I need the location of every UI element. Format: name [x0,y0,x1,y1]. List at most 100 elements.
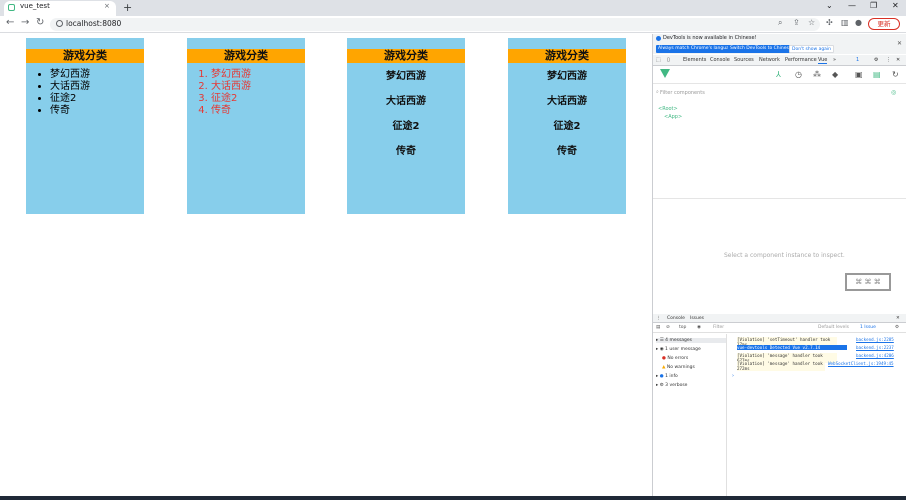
tab-title: vue_test [20,2,50,10]
new-tab-button[interactable]: + [123,1,132,14]
switch-chinese-button[interactable]: Switch DevTools to Chinese [728,45,794,53]
issues-badge[interactable]: 1 [856,57,859,63]
list-item: 梦幻西游 [211,69,305,81]
match-language-button[interactable]: Always match Chrome's language [656,45,737,53]
tab-search-icon[interactable]: ⌄ [826,1,833,10]
list-item: 征途2 [211,93,305,105]
minimize-button[interactable]: — [848,1,856,10]
tree-app[interactable]: <App> [664,114,682,120]
forward-icon[interactable]: → [21,17,29,28]
dont-show-button[interactable]: Don't show again [789,45,835,53]
console-prompt-icon[interactable]: › [732,373,734,379]
url-text[interactable]: localhost:8080 [66,19,121,28]
list-item: 大话西游 [50,81,144,93]
list-item: 传奇 [396,146,416,157]
tab-console-drawer[interactable]: Console [667,316,685,321]
sidebar-info[interactable]: ▸ ● 1 info [656,374,678,379]
sidebar-warnings[interactable]: ▲ No warnings [662,365,695,370]
restore-button[interactable]: ❐ [870,1,877,10]
share-icon[interactable]: ⇪ [793,18,800,27]
card-title: 游戏分类 [26,49,144,63]
sidepanel-icon[interactable]: ▥ [841,18,849,27]
tab-network[interactable]: Network [759,57,780,63]
console-filter-input[interactable]: Filter [713,325,724,330]
close-devtools-icon[interactable]: ✕ [896,57,900,63]
tab-vue[interactable]: Vue [818,57,828,64]
info-icon [656,36,661,41]
sidebar-label: 1 info [665,374,678,379]
tab-console[interactable]: Console [710,57,730,63]
sidebar-toggle-icon[interactable]: ▤ [656,325,660,330]
back-icon[interactable]: ← [6,17,14,28]
tab-performance[interactable]: Performance [785,57,817,63]
list-item: 传奇 [557,146,577,157]
tree-root[interactable]: <Root> [658,106,678,112]
clear-console-icon[interactable]: ⊘ [666,325,670,330]
select-hint: Select a component instance to inspect. [724,252,845,259]
banner-text: DevTools is now available in Chinese! [663,35,757,41]
sidebar-errors[interactable]: ● No errors [662,356,688,361]
list-item: 大话西游 [211,81,305,93]
eye-icon[interactable]: ◉ [697,325,701,330]
list-item: 梦幻西游 [547,71,587,82]
sidebar-verbose[interactable]: ▸ ⚙ 3 verbose [656,383,687,388]
vue-logo-icon [660,69,670,78]
game-list: 梦幻西游 大话西游 征途2 传奇 [347,65,465,164]
profile-icon[interactable]: ● [855,18,862,27]
divider [653,198,906,199]
info-icon[interactable] [56,20,63,27]
tab-sources[interactable]: Sources [734,57,754,63]
search-icon: ⌕ [656,89,659,95]
source-link[interactable]: backend.js:2285 [856,337,894,342]
source-link[interactable]: backend.js:4206 [856,353,894,358]
close-icon[interactable]: ✕ [897,40,902,47]
source-link[interactable]: WebSocketClient.js:1949:45 [828,361,894,366]
tab-elements[interactable]: Elements [683,57,706,63]
tab-close-icon[interactable]: × [104,2,110,10]
bookmark-star-icon[interactable]: ☆ [808,18,815,27]
filter-components-input[interactable]: Filter components [660,90,705,96]
reload-icon[interactable]: ↻ [36,17,44,28]
levels-dropdown[interactable]: Default levels [818,325,849,330]
drawer-menu-icon[interactable]: ⋮ [656,316,661,321]
sidebar-label: No errors [667,356,689,361]
address-bar[interactable] [50,18,820,31]
tab-strip [0,0,906,16]
sidebar-label: 3 verbose [665,383,688,388]
list-item: 梦幻西游 [50,69,144,81]
sidebar-messages[interactable]: ▸ ☰ 4 messages [656,338,726,343]
update-button[interactable]: 更新 [868,18,900,30]
console-settings-icon[interactable]: ⚙ [895,325,899,330]
dropdown-icon[interactable]: ◆ [832,70,838,79]
issue-count[interactable]: 1 Issue [860,325,876,330]
game-list: 梦幻西游 大话西游 征途2 传奇 [50,69,144,117]
device-icon[interactable]: ▯ [667,57,670,63]
list-item: 大话西游 [386,96,426,107]
refresh-icon[interactable]: ↻ [892,70,899,79]
more-menu-icon[interactable]: ⋮ [886,57,891,63]
card-title: 游戏分类 [347,49,465,63]
sidebar-label: 4 messages [665,338,693,343]
settings-icon[interactable]: ▣ [855,70,863,79]
more-tabs-icon[interactable]: » [833,57,836,63]
inspect-component-icon[interactable]: ▤ [873,70,881,79]
close-drawer-icon[interactable]: ✕ [896,316,900,321]
extensions-icon[interactable]: ✣ [826,18,833,27]
sidebar-user-messages[interactable]: ▸ ◉ 1 user message [656,347,701,352]
zoom-icon[interactable]: ⌕ [778,18,782,28]
context-select[interactable]: top [679,325,686,330]
game-list: 梦幻西游 大话西游 征途2 传奇 [211,69,305,117]
components-icon[interactable]: ⅄ [776,70,781,79]
timeline-icon[interactable]: ◷ [795,70,802,79]
game-list: 梦幻西游 大话西游 征途2 传奇 [508,65,626,164]
select-target-icon[interactable]: ◎ [891,89,896,96]
settings-gear-icon[interactable]: ⚙ [874,57,878,63]
window-close-button[interactable]: ✕ [892,1,899,10]
category-card-4: 游戏分类 梦幻西游 大话西游 征途2 传奇 [508,38,626,214]
plugins-icon[interactable]: ⁂ [813,70,821,79]
list-item: 大话西游 [547,96,587,107]
source-link[interactable]: backend.js:2237 [856,345,894,350]
console-message: [Violation] 'message' handler took 272ms [737,361,825,371]
inspect-icon[interactable]: ⬚ [656,57,661,63]
tab-issues[interactable]: Issues [690,316,704,321]
